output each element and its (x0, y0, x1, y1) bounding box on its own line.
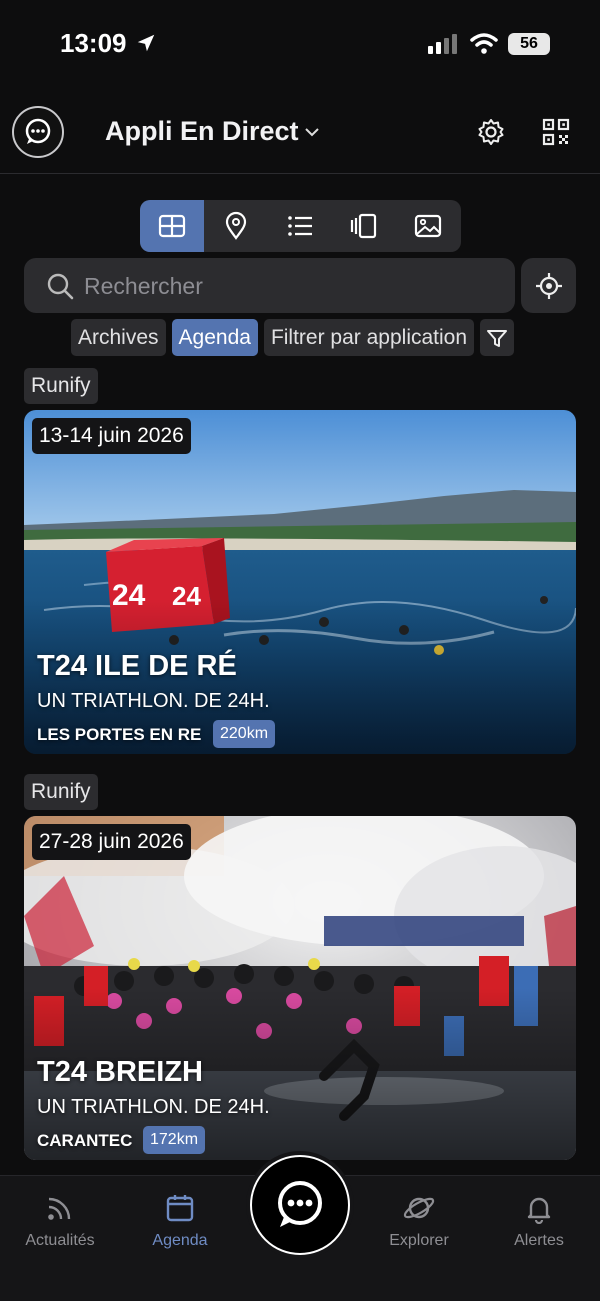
carousel-view-button[interactable] (332, 200, 396, 252)
archives-filter-chip[interactable]: Archives (71, 319, 166, 356)
tab-explore[interactable]: Explorer (364, 1190, 474, 1250)
event-date-badge: 13-14 juin 2026 (32, 418, 191, 454)
planet-icon (403, 1197, 435, 1219)
tab-explore-label: Explorer (389, 1232, 449, 1249)
chat-fab-button[interactable] (250, 1155, 350, 1255)
crosshair-icon (535, 272, 562, 299)
grid-icon (158, 214, 186, 238)
grid-view-button[interactable] (140, 200, 204, 252)
tab-alerts[interactable]: Alertes (484, 1190, 594, 1250)
view-switcher (140, 200, 461, 252)
event-distance-badge: 220km (213, 720, 276, 748)
battery-indicator: 56 (508, 33, 550, 55)
bell-icon (527, 1197, 551, 1224)
carousel-icon (350, 213, 377, 239)
event-subtitle: UN TRIATHLON. DE 24H. (37, 690, 270, 712)
event-location: CARANTEC (37, 1131, 133, 1150)
event-title: T24 ILE DE RÉ (37, 650, 237, 682)
status-time: 13:09 (60, 28, 127, 58)
search-icon (47, 273, 74, 300)
tab-agenda-label: Agenda (152, 1232, 208, 1249)
signal-icon (428, 34, 457, 54)
app-header: Appli En Direct (0, 100, 600, 174)
location-arrow-icon (137, 34, 155, 52)
locate-me-button[interactable] (521, 258, 576, 313)
tab-news[interactable]: Actualités (5, 1190, 115, 1250)
tab-alerts-label: Alertes (514, 1232, 564, 1249)
rss-feed-icon (48, 1197, 71, 1220)
event-card[interactable]: 27-28 juin 2026 T24 BREIZH UN TRIATHLON.… (24, 816, 576, 1160)
event-date-badge: 27-28 juin 2026 (32, 824, 191, 860)
event-location: LES PORTES EN RE (37, 725, 202, 744)
event-title: T24 BREIZH (37, 1056, 203, 1088)
list-view-button[interactable] (268, 200, 332, 252)
event-card[interactable]: 24 24 13-14 juin 2026 T24 ILE DE RÉ UN T… (24, 410, 576, 754)
gallery-view-button[interactable] (396, 200, 460, 252)
search-input[interactable] (84, 266, 504, 306)
image-icon (414, 214, 442, 238)
filter-chips: Archives Agenda Filtrer par application (71, 319, 515, 356)
tab-agenda[interactable]: Agenda (125, 1190, 235, 1250)
event-source-badge: Runify (24, 774, 98, 810)
filter-by-app-chip[interactable]: Filtrer par application (263, 319, 475, 356)
agenda-filter-chip[interactable]: Agenda (171, 319, 258, 356)
qr-code-icon[interactable] (541, 117, 571, 147)
filter-button[interactable] (480, 319, 515, 356)
gear-icon[interactable] (476, 117, 506, 147)
chat-bubble-icon (25, 118, 51, 144)
list-icon (288, 216, 312, 236)
event-source-badge: Runify (24, 368, 98, 404)
chevron-down-icon[interactable] (302, 122, 322, 142)
tab-news-label: Actualités (25, 1232, 95, 1249)
app-logo-button[interactable] (12, 106, 64, 158)
map-pin-icon (225, 211, 247, 240)
status-bar: 13:09 56 (0, 0, 600, 90)
chat-bubble-icon (278, 1181, 322, 1227)
event-subtitle: UN TRIATHLON. DE 24H. (37, 1096, 270, 1118)
event-distance-badge: 172km (143, 1126, 206, 1154)
search-bar (24, 258, 515, 313)
app-title-dropdown[interactable]: Appli En Direct (105, 116, 299, 147)
wifi-icon (470, 33, 498, 54)
calendar-icon (166, 1195, 194, 1222)
filter-funnel-icon (487, 329, 508, 347)
map-view-button[interactable] (204, 200, 268, 252)
